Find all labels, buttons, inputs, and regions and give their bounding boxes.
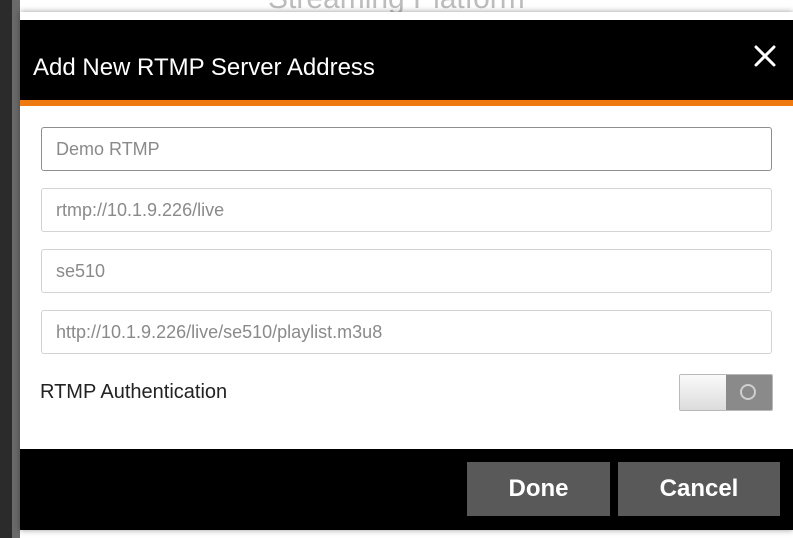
close-icon[interactable] [751,42,779,70]
playback-url-input[interactable] [41,310,772,354]
server-name-input[interactable] [41,127,772,171]
done-button[interactable]: Done [467,462,610,516]
toggle-off-state [726,375,772,410]
rtmp-authentication-toggle[interactable] [679,374,773,411]
toggle-knob [680,375,727,410]
rtmp-authentication-label: RTMP Authentication [40,381,228,403]
dialog-title: Add New RTMP Server Address [33,54,375,81]
header-accent-bar [20,100,793,106]
off-circle-icon [740,384,756,400]
add-rtmp-server-dialog: Add New RTMP Server Address RTMP Authent… [20,12,793,530]
dialog-footer: Done Cancel [20,449,793,530]
background-edge-shade [12,0,20,538]
dialog-header: Add New RTMP Server Address [20,20,793,100]
cancel-button[interactable]: Cancel [618,462,780,516]
stream-key-input[interactable] [41,249,772,293]
background-edge [0,0,12,538]
rtmp-url-input[interactable] [41,188,772,232]
